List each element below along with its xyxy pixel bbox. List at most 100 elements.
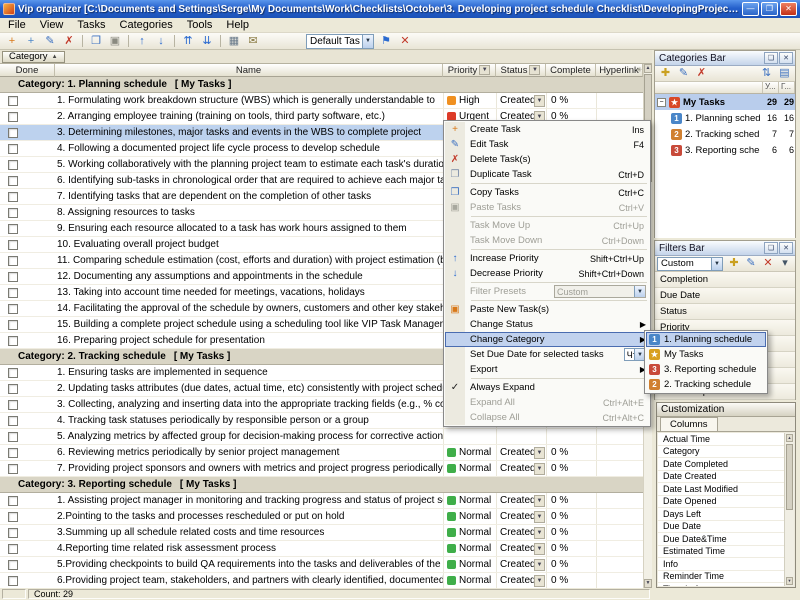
status-cell[interactable]: [496, 429, 546, 444]
column-item-category[interactable]: Category: [658, 446, 784, 459]
task-row[interactable]: 3.Summing up all schedule related costs …: [0, 525, 643, 541]
dropdown-arrow-icon[interactable]: ▼: [534, 95, 545, 107]
new-subtask-button[interactable]: +: [22, 34, 40, 49]
task-row[interactable]: 6.Providing project team, stakeholders, …: [0, 573, 643, 588]
menu-item-create-task[interactable]: +Create TaskIns: [445, 122, 649, 137]
status-cell[interactable]: Created▼: [496, 557, 546, 572]
column-item-date-created[interactable]: Date Created: [658, 471, 784, 484]
status-cell[interactable]: Created▼: [496, 573, 546, 588]
menu-item-paste-new-task-s[interactable]: ▣Paste New Task(s): [445, 302, 649, 317]
dropdown-arrow-icon[interactable]: ▼: [534, 447, 545, 459]
email-button[interactable]: ✉: [244, 34, 262, 49]
task-checkbox[interactable]: [8, 160, 18, 170]
close-button[interactable]: ✕: [780, 2, 797, 16]
status-cell[interactable]: Created▼: [496, 525, 546, 540]
scroll-down-icon[interactable]: ▼: [786, 577, 793, 585]
task-type-combo[interactable]: Default Tas▼: [306, 34, 374, 49]
column-header-status[interactable]: Status▼: [496, 64, 546, 77]
menu-view[interactable]: View: [33, 18, 71, 32]
menu-item-decrease-priority[interactable]: ↓Decrease PriorityShift+Ctrl+Down: [445, 266, 649, 281]
dropdown-arrow-icon[interactable]: ▼: [362, 35, 373, 48]
move-down-button[interactable]: ↓: [152, 34, 170, 49]
column-item-due-date-time[interactable]: Due Date&Time: [658, 533, 784, 546]
column-item-due-date[interactable]: Due Date: [658, 521, 784, 534]
menu-categories[interactable]: Categories: [113, 18, 180, 32]
column-item-date-last-modified[interactable]: Date Last Modified: [658, 483, 784, 496]
menu-item-export[interactable]: Export▶: [445, 362, 649, 377]
column-header-name[interactable]: Name: [55, 64, 443, 77]
edit-task-button[interactable]: ✎: [41, 34, 59, 49]
sort-categories-button[interactable]: ⇅: [758, 67, 775, 81]
submenu-item-1-planning-schedule[interactable]: 11. Planning schedule: [646, 332, 766, 347]
task-checkbox[interactable]: [8, 128, 18, 138]
scroll-down-icon[interactable]: ▼: [644, 579, 652, 588]
category-group-row[interactable]: Category: 3. Reporting schedule[ My Task…: [0, 477, 643, 493]
dropdown-arrow-icon[interactable]: ▼: [534, 575, 545, 587]
task-checkbox[interactable]: [8, 416, 18, 426]
categories-panel-close-icon[interactable]: ✕: [779, 52, 793, 64]
categories-view-button[interactable]: ▤: [776, 67, 793, 81]
dropdown-arrow-icon[interactable]: ▼: [534, 559, 545, 571]
status-cell[interactable]: Created▼: [496, 509, 546, 524]
task-checkbox[interactable]: [8, 560, 18, 570]
column-header-done[interactable]: Done: [0, 64, 55, 77]
categories-count-column-header-1[interactable]: У...: [763, 82, 779, 93]
menu-item-duplicate-task[interactable]: ❐Duplicate TaskCtrl+D: [445, 167, 649, 182]
task-row[interactable]: 2.Pointing to the tasks and processes re…: [0, 509, 643, 525]
menu-file[interactable]: File: [1, 18, 33, 32]
submenu-item-2-tracking-schedule[interactable]: 22. Tracking schedule: [646, 377, 766, 392]
add-filter-button[interactable]: ✚: [726, 257, 742, 271]
menu-item-increase-priority[interactable]: ↑Increase PriorityShift+Ctrl+Up: [445, 251, 649, 266]
menu-item-paste-tasks[interactable]: ▣Paste TasksCtrl+V: [445, 200, 649, 215]
task-checkbox[interactable]: [8, 432, 18, 442]
task-row[interactable]: 4.Reporting time related risk assessment…: [0, 541, 643, 557]
task-row[interactable]: 5. Analyzing metrics by affected group f…: [0, 429, 643, 445]
category-group-row[interactable]: Category: 1. Planning schedule[ My Tasks…: [0, 77, 643, 93]
menu-item-collapse-all[interactable]: Collapse AllCtrl+Alt+C: [445, 410, 649, 425]
task-checkbox[interactable]: [8, 304, 18, 314]
categories-count-column-header-2[interactable]: Г...: [779, 82, 795, 93]
task-checkbox[interactable]: [8, 208, 18, 218]
menu-item-copy-tasks[interactable]: ❐Copy TasksCtrl+C: [445, 185, 649, 200]
column-header-priority[interactable]: Priority▼: [443, 64, 496, 77]
categories-panel-menu-icon[interactable]: ❏: [764, 52, 778, 64]
task-checkbox[interactable]: [8, 272, 18, 282]
increase-priority-button[interactable]: ⇈: [179, 34, 197, 49]
status-cell[interactable]: Created▼: [496, 541, 546, 556]
task-checkbox[interactable]: [8, 256, 18, 266]
menu-tools[interactable]: Tools: [180, 18, 220, 32]
task-checkbox[interactable]: [8, 384, 18, 394]
move-up-button[interactable]: ↑: [133, 34, 151, 49]
menu-combo[interactable]: Custom▼: [554, 285, 646, 298]
task-checkbox[interactable]: [8, 224, 18, 234]
dropdown-arrow-icon[interactable]: ▼: [534, 527, 545, 539]
menu-item-expand-all[interactable]: Expand AllCtrl+Alt+E: [445, 395, 649, 410]
task-checkbox[interactable]: [8, 320, 18, 330]
delete-task-button[interactable]: ✗: [60, 34, 78, 49]
menu-item-task-move-up[interactable]: Task Move UpCtrl+Up: [445, 218, 649, 233]
filter-row-status[interactable]: Status: [655, 304, 795, 320]
priority-filter-dropdown-icon[interactable]: ▼: [479, 65, 490, 75]
delete-category-button[interactable]: ✗: [693, 67, 710, 81]
filter-preset-combo[interactable]: Custom ▼: [657, 257, 723, 271]
task-row[interactable]: 1. Assisting project manager in monitori…: [0, 493, 643, 509]
column-item-reminder-time[interactable]: Reminder Time: [658, 571, 784, 584]
categories-bar-header[interactable]: Categories Bar ❏ ✕: [655, 51, 795, 66]
column-item-time-left[interactable]: Time Left: [658, 583, 784, 586]
status-cell[interactable]: Created▼: [496, 493, 546, 508]
edit-filter-button[interactable]: ✎: [743, 257, 759, 271]
task-row[interactable]: 6. Reviewing metrics periodically by sen…: [0, 445, 643, 461]
column-item-days-left[interactable]: Days Left: [658, 508, 784, 521]
menu-item-edit-task[interactable]: ✎Edit TaskF4: [445, 137, 649, 152]
task-checkbox[interactable]: [8, 576, 18, 586]
field-chooser-icon[interactable]: ✳: [636, 66, 642, 74]
filter-options-button[interactable]: ▾: [777, 257, 793, 271]
menu-item-change-category[interactable]: Change Category▶: [445, 332, 649, 347]
column-item-date-opened[interactable]: Date Opened: [658, 496, 784, 509]
filter-button[interactable]: ⚑: [377, 34, 395, 49]
column-item-date-completed[interactable]: Date Completed: [658, 458, 784, 471]
delete-filter-button[interactable]: ✕: [760, 257, 776, 271]
categories-name-column-header[interactable]: [655, 82, 763, 93]
task-row[interactable]: 7. Providing project sponsors and owners…: [0, 461, 643, 477]
filters-bar-header[interactable]: Filters Bar ❏ ✕: [655, 241, 795, 256]
